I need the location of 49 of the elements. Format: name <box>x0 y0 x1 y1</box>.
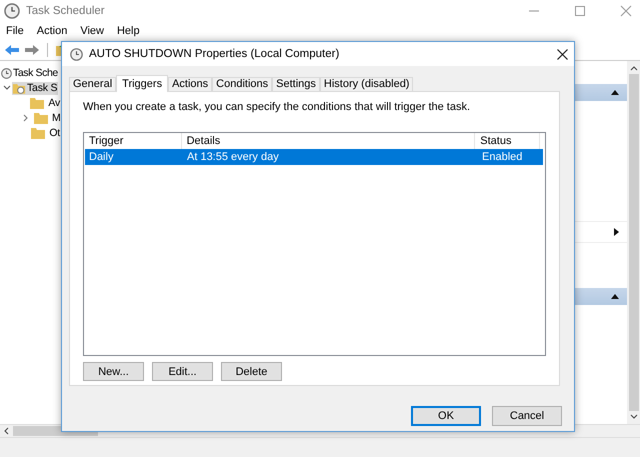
chevron-down-icon[interactable] <box>630 414 638 420</box>
menu-item[interactable]: Help <box>116 25 140 37</box>
menu-item[interactable]: File <box>6 25 24 37</box>
tab[interactable]: Triggers <box>116 75 168 92</box>
collapse-icon[interactable] <box>611 90 619 95</box>
dialog-title: AUTO SHUTDOWN Properties (Local Computer) <box>89 48 340 60</box>
table-cell-text: Enabled <box>481 150 524 165</box>
folder-icon <box>33 112 49 124</box>
folder-clock-icon <box>12 82 26 94</box>
menu-item[interactable]: View <box>80 25 104 37</box>
chevron-up-icon[interactable] <box>630 65 638 71</box>
back-arrow-icon[interactable] <box>4 44 20 56</box>
chevron-down-icon[interactable] <box>3 84 11 92</box>
action-button[interactable]: Edit... <box>152 362 213 381</box>
chevron-left-icon[interactable] <box>3 427 9 435</box>
tab[interactable]: Settings <box>272 77 320 91</box>
close-icon[interactable] <box>557 48 568 60</box>
table-cell-text: Daily <box>88 150 114 165</box>
dialog-button[interactable]: OK <box>411 406 481 426</box>
collapse-icon[interactable] <box>611 294 619 299</box>
folder-icon <box>29 96 46 110</box>
clock-icon <box>4 3 20 19</box>
menu-item[interactable]: Action <box>36 25 68 37</box>
tree-item[interactable]: Av <box>48 97 61 109</box>
forward-arrow-icon[interactable] <box>24 44 40 56</box>
section-header[interactable] <box>575 288 627 305</box>
folder-icon <box>30 126 46 140</box>
tab[interactable]: Actions <box>168 77 212 91</box>
clock-icon <box>1 68 12 78</box>
description-text: When you create a task, you can specify the conditions that will trigger the task. <box>83 101 472 113</box>
tab[interactable]: General <box>69 77 116 91</box>
table-row[interactable]: Daily At 13:55 every day Enabled <box>85 149 543 165</box>
vertical-scrollbar[interactable] <box>627 61 640 424</box>
tree-item[interactable]: M <box>52 112 62 124</box>
tree-item[interactable]: Ot <box>49 127 61 139</box>
tree-item[interactable]: Task S <box>12 82 58 94</box>
section-header[interactable] <box>575 84 627 101</box>
table-cell-text: At 13:55 every day <box>186 150 280 165</box>
tab[interactable]: Conditions <box>212 77 272 91</box>
action-button[interactable]: New... <box>83 362 144 381</box>
action-button[interactable]: Delete <box>221 362 282 381</box>
tab[interactable]: History (disabled) <box>320 77 414 91</box>
chevron-right-icon[interactable] <box>22 114 30 122</box>
clock-icon <box>70 48 83 60</box>
window-title: Task Scheduler <box>26 5 105 17</box>
submenu-arrow-icon <box>614 228 619 236</box>
maximize-icon[interactable] <box>574 5 586 17</box>
dialog-button[interactable]: Cancel <box>492 406 562 426</box>
tree-item[interactable]: Task Sche <box>13 67 58 79</box>
